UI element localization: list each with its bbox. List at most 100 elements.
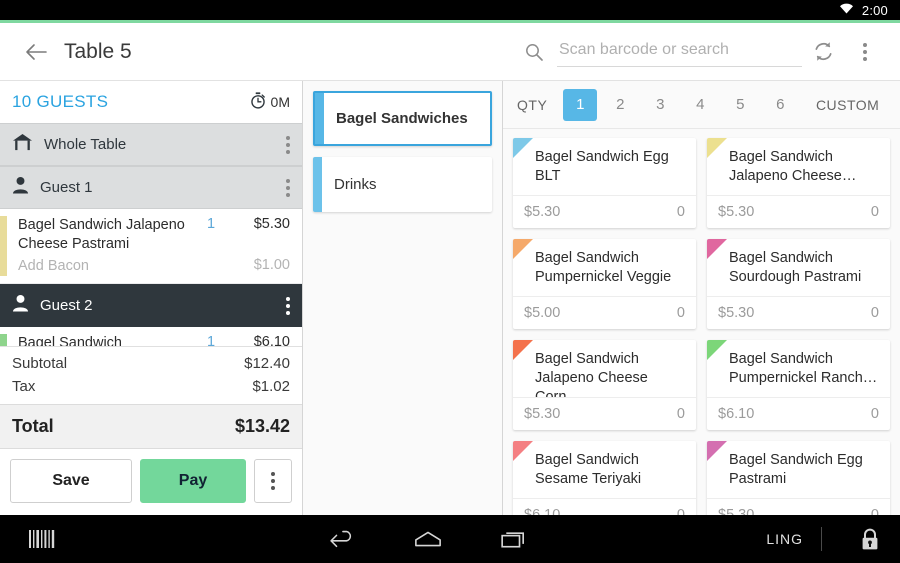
product-footer: $5.30 0: [707, 296, 890, 329]
total-label: Total: [12, 416, 54, 436]
total-value: $13.42: [234, 416, 290, 436]
qty-option-custom[interactable]: CUSTOM: [809, 89, 886, 121]
product-card[interactable]: Bagel Sandwich Jalapeno Cheese… $5.30 0: [707, 138, 890, 228]
item-modifier-qty: [194, 257, 228, 276]
product-footer: $6.10 0: [513, 498, 696, 515]
order-group-guest-2[interactable]: Guest 2: [0, 284, 302, 327]
product-footer: $5.30 0: [707, 498, 890, 515]
search-icon[interactable]: [521, 39, 547, 65]
product-price: $5.30: [524, 406, 561, 422]
qty-label: QTY: [517, 96, 548, 113]
refresh-icon[interactable]: [802, 30, 844, 74]
category-stripe: [315, 93, 324, 144]
table-icon: [12, 133, 33, 157]
order-group-whole-table[interactable]: Whole Table: [0, 123, 302, 166]
order-group-guest-1[interactable]: Guest 1: [0, 166, 302, 209]
app-bar: Table 5: [0, 23, 900, 81]
product-name: Bagel Sandwich Egg BLT: [535, 149, 669, 184]
product-price: $5.30: [718, 204, 755, 220]
product-row: Bagel Sandwich Jalapeno Cheese Corn… $5.…: [513, 340, 890, 430]
save-button[interactable]: Save: [10, 459, 132, 503]
product-grid[interactable]: Bagel Sandwich Egg BLT $5.30 0 Bagel San…: [503, 129, 900, 515]
product-name: Bagel Sandwich Egg Pastrami: [729, 452, 863, 487]
current-user-label[interactable]: LING: [766, 531, 803, 547]
product-panel: QTY 1 2 3 4 5 6 CUSTOM Bagel Sandwich Eg…: [503, 81, 900, 515]
product-count: 0: [870, 305, 879, 321]
product-card[interactable]: Bagel Sandwich Pumpernickel Ranch… $6.10…: [707, 340, 890, 430]
qty-option-3[interactable]: 3: [643, 89, 677, 121]
product-footer: $6.10 0: [707, 397, 890, 430]
barcode-icon[interactable]: [0, 530, 90, 548]
qty-option-4[interactable]: 4: [683, 89, 717, 121]
product-card[interactable]: Bagel Sandwich Pumpernickel Veggie $5.00…: [513, 239, 696, 329]
order-group-menu-icon[interactable]: [286, 296, 290, 315]
person-icon: [12, 294, 29, 317]
product-row: Bagel Sandwich Pumpernickel Veggie $5.00…: [513, 239, 890, 329]
product-color-corner: [513, 239, 533, 259]
product-card[interactable]: Bagel Sandwich Sesame Teriyaki $6.10 0: [513, 441, 696, 515]
back-arrow-icon[interactable]: [14, 30, 58, 74]
order-more-button[interactable]: [254, 459, 292, 503]
order-totals: Subtotal $12.40 Tax $1.02: [0, 346, 302, 404]
search-input[interactable]: [557, 36, 802, 67]
product-count: 0: [870, 406, 879, 422]
product-card[interactable]: Bagel Sandwich Jalapeno Cheese Corn… $5.…: [513, 340, 696, 430]
product-color-corner: [513, 441, 533, 461]
status-bar: 2:00: [0, 0, 900, 20]
item-modifier-name: Add Bacon: [18, 258, 89, 274]
category-item-bagel-sandwiches[interactable]: Bagel Sandwiches: [313, 91, 492, 146]
qty-option-1[interactable]: 1: [563, 88, 598, 121]
order-line-item[interactable]: Bagel Sandwich Pumpernickel 1 $6.10: [0, 327, 302, 346]
qty-option-5[interactable]: 5: [723, 89, 757, 121]
item-price: $5.30: [253, 216, 290, 232]
kebab-dots: [271, 472, 275, 490]
product-price: $6.10: [718, 406, 755, 422]
tax-value: $1.02: [252, 378, 290, 395]
stopwatch-icon: [250, 92, 266, 112]
guests-bar: 10 GUESTS 0M: [0, 81, 302, 123]
kebab-dots: [863, 42, 867, 61]
nav-home-icon[interactable]: [385, 529, 471, 549]
item-color-bar: [0, 334, 7, 346]
product-name: Bagel Sandwich Sesame Teriyaki: [535, 452, 642, 487]
product-price: $5.00: [524, 305, 561, 321]
item-main-line: Bagel Sandwich Jalapeno Cheese Pastrami …: [18, 216, 290, 254]
product-card[interactable]: Bagel Sandwich Egg Pastrami $5.30 0: [707, 441, 890, 515]
product-count: 0: [676, 305, 685, 321]
guest-count-label[interactable]: 10 GUESTS: [12, 92, 108, 112]
search-area: [521, 36, 802, 67]
item-modifier-line: Add Bacon $1.00: [18, 257, 290, 276]
order-group-label: Guest 1: [40, 179, 93, 196]
status-clock: 2:00: [861, 2, 888, 18]
grand-total-row: Total $13.42: [0, 404, 302, 449]
item-name: Bagel Sandwich Pumpernickel: [18, 335, 122, 346]
overflow-menu-icon[interactable]: [844, 30, 886, 74]
lock-icon[interactable]: [840, 528, 900, 551]
qty-option-6[interactable]: 6: [763, 89, 797, 121]
product-name: Bagel Sandwich Jalapeno Cheese…: [729, 149, 857, 184]
pay-button[interactable]: Pay: [140, 459, 246, 503]
order-scroll-region[interactable]: Whole Table Guest 1 Bagel Sandwich Jalap…: [0, 123, 302, 346]
product-color-corner: [707, 340, 727, 360]
product-price: $5.30: [718, 305, 755, 321]
category-label: Bagel Sandwiches: [336, 110, 468, 127]
person-icon: [12, 176, 29, 199]
product-count: 0: [870, 204, 879, 220]
product-color-corner: [513, 138, 533, 158]
product-name: Bagel Sandwich Pumpernickel Ranch…: [729, 351, 878, 386]
item-qty: 1: [206, 334, 216, 346]
nav-back-icon[interactable]: [299, 529, 385, 549]
category-item-drinks[interactable]: Drinks: [313, 157, 492, 212]
order-group-menu-icon[interactable]: [286, 178, 290, 197]
product-card[interactable]: Bagel Sandwich Egg BLT $5.30 0: [513, 138, 696, 228]
order-group-menu-icon[interactable]: [286, 135, 290, 154]
order-line-item[interactable]: Bagel Sandwich Jalapeno Cheese Pastrami …: [0, 209, 302, 284]
qty-option-2[interactable]: 2: [603, 89, 637, 121]
product-name: Bagel Sandwich Sourdough Pastrami: [729, 250, 862, 285]
product-price: $5.30: [718, 507, 755, 515]
item-main-line: Bagel Sandwich Pumpernickel 1 $6.10: [18, 334, 290, 346]
tax-label: Tax: [12, 378, 36, 395]
quantity-selector-bar: QTY 1 2 3 4 5 6 CUSTOM: [503, 81, 900, 129]
product-card[interactable]: Bagel Sandwich Sourdough Pastrami $5.30 …: [707, 239, 890, 329]
nav-recents-icon[interactable]: [471, 529, 557, 549]
